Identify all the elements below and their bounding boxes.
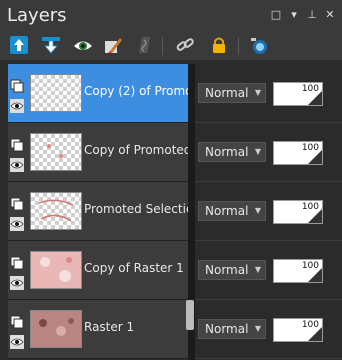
opacity-slider[interactable]: 100 <box>273 82 323 106</box>
layer-row[interactable]: Copy (2) of Promote <box>8 64 188 123</box>
layer-visibility-eye-icon[interactable] <box>10 216 24 231</box>
opacity-value: 100 <box>301 143 319 153</box>
layer-row[interactable]: Promoted Selection <box>8 182 188 241</box>
camera-icon[interactable] <box>248 34 270 56</box>
blend-mode-dropdown[interactable]: Normal ▼ <box>198 142 266 162</box>
move-layer-up-icon[interactable] <box>8 34 30 56</box>
layer-name: Copy of Raster 1 <box>84 261 184 275</box>
dropdown-button[interactable]: ▾ <box>288 8 300 21</box>
opacity-slider[interactable]: 100 <box>273 200 323 224</box>
mask-icon[interactable] <box>134 34 156 56</box>
blend-mode-dropdown[interactable]: Normal ▼ <box>198 260 266 280</box>
layer-props-row: Normal ▼ 100 <box>195 300 342 359</box>
layer-thumbnail <box>30 74 82 112</box>
layer-name: Copy of Promoted <box>84 143 188 157</box>
blend-mode-value: Normal <box>205 145 249 159</box>
layer-props-row: Normal ▼ 100 <box>195 123 342 182</box>
lock-icon[interactable] <box>208 34 230 56</box>
chevron-down-icon: ▼ <box>254 147 261 156</box>
layer-visibility-eye-icon[interactable] <box>10 275 24 290</box>
layer-props-row: Normal ▼ 100 <box>195 241 342 300</box>
layer-thumbnail <box>30 192 82 230</box>
blend-mode-dropdown[interactable]: Normal ▼ <box>198 201 266 221</box>
layers-toolbar <box>0 32 342 60</box>
restore-button[interactable]: □ <box>270 8 282 21</box>
layer-row-icons <box>10 247 26 295</box>
opacity-slider[interactable]: 100 <box>273 259 323 283</box>
splitter-handle[interactable] <box>186 300 194 330</box>
layer-name: Promoted Selection <box>84 202 188 216</box>
chevron-down-icon: ▼ <box>254 324 261 333</box>
opacity-value: 100 <box>301 202 319 212</box>
layer-visibility-eye-icon[interactable] <box>10 334 24 349</box>
layer-thumbnail <box>30 251 82 289</box>
pin-button[interactable]: ⊥ <box>306 8 318 21</box>
layer-thumbnail <box>30 310 82 348</box>
blend-mode-dropdown[interactable]: Normal ▼ <box>198 319 266 339</box>
blend-mode-dropdown[interactable]: Normal ▼ <box>198 83 266 103</box>
layer-row[interactable]: Raster 1 <box>8 300 188 359</box>
title-bar: Layers □ ▾ ⊥ ✕ <box>0 0 342 32</box>
opacity-value: 100 <box>301 261 319 271</box>
opacity-value: 100 <box>301 320 319 330</box>
panel-title: Layers <box>7 5 67 26</box>
visibility-icon[interactable] <box>72 34 94 56</box>
move-layer-down-icon[interactable] <box>40 34 62 56</box>
layer-type-icon <box>10 255 24 270</box>
chevron-down-icon: ▼ <box>254 265 261 274</box>
layer-row[interactable]: Copy of Raster 1 <box>8 241 188 300</box>
layer-name: Raster 1 <box>84 320 135 334</box>
blend-mode-value: Normal <box>205 322 249 336</box>
layer-type-icon <box>10 137 24 152</box>
blend-mode-value: Normal <box>205 86 249 100</box>
toolbar-separator-2 <box>238 37 239 55</box>
layer-row-icons <box>10 188 26 236</box>
layer-row-icons <box>10 306 26 354</box>
layer-props-row: Normal ▼ 100 <box>195 64 342 123</box>
opacity-value: 100 <box>301 84 319 94</box>
layer-props-row: Normal ▼ 100 <box>195 182 342 241</box>
edit-brush-icon[interactable] <box>102 34 124 56</box>
toolbar-separator <box>162 37 163 55</box>
layer-visibility-eye-icon[interactable] <box>10 157 24 172</box>
chevron-down-icon: ▼ <box>254 88 261 97</box>
layer-type-icon <box>10 78 24 93</box>
layer-type-icon <box>10 196 24 211</box>
window-buttons: □ ▾ ⊥ ✕ <box>270 8 336 21</box>
layer-visibility-eye-icon[interactable] <box>10 98 24 113</box>
opacity-slider[interactable]: 100 <box>273 318 323 342</box>
layer-list: Copy (2) of Promote Copy of Promoted <box>8 64 188 360</box>
layer-name: Copy (2) of Promote <box>84 84 188 98</box>
layer-row[interactable]: Copy of Promoted <box>8 123 188 182</box>
layer-thumbnail <box>30 133 82 171</box>
blend-mode-value: Normal <box>205 204 249 218</box>
chevron-down-icon: ▼ <box>254 206 261 215</box>
layer-properties: Normal ▼ 100 Normal ▼ 100 Normal ▼ 100 Norm… <box>195 64 342 360</box>
layers-panel: Layers □ ▾ ⊥ ✕ Copy (2) of Prom Copy of … <box>0 0 342 360</box>
close-button[interactable]: ✕ <box>324 8 336 21</box>
blend-mode-value: Normal <box>205 263 249 277</box>
opacity-slider[interactable]: 100 <box>273 141 323 165</box>
layer-row-icons <box>10 70 26 118</box>
layer-row-icons <box>10 129 26 177</box>
link-icon[interactable] <box>174 34 196 56</box>
layer-type-icon <box>10 314 24 329</box>
